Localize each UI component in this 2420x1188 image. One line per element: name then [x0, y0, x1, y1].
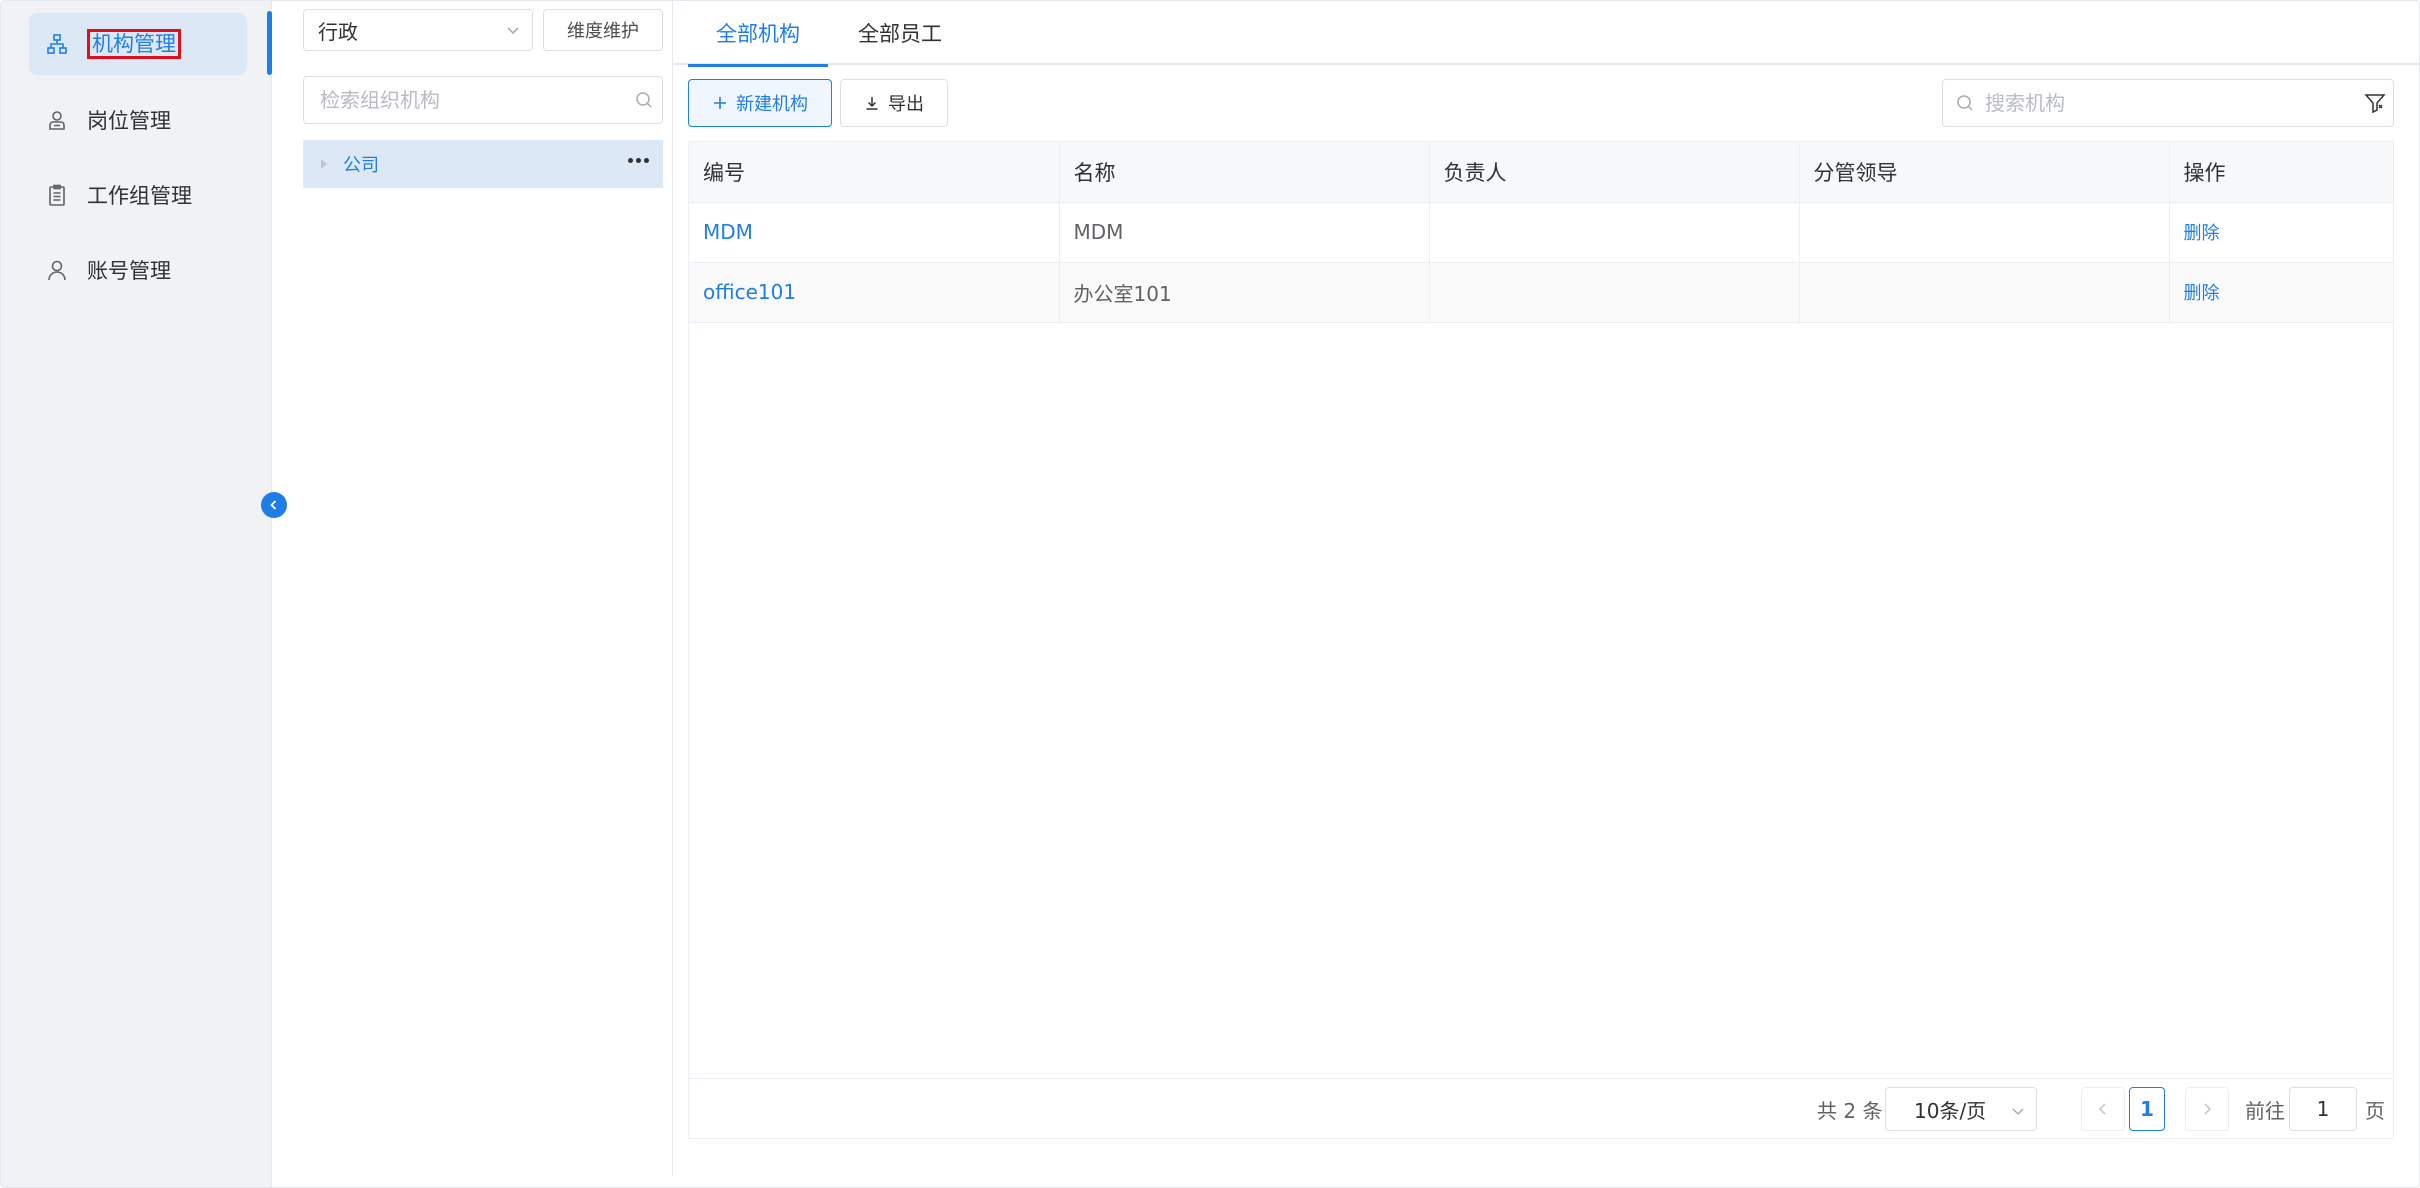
total-count: 共 2 条 — [1817, 1099, 1883, 1123]
next-page-button[interactable] — [2185, 1087, 2229, 1131]
column-header-leader: 分管领导 — [1799, 142, 2170, 203]
org-search-box — [1942, 79, 2394, 127]
position-user-icon — [37, 100, 77, 140]
sidebar-item-account[interactable]: 账号管理 — [29, 239, 247, 301]
sidebar-item-position[interactable]: 岗位管理 — [29, 89, 247, 151]
chevron-down-icon — [504, 20, 522, 44]
column-header-owner: 负责人 — [1429, 142, 1800, 203]
org-owner-cell — [1429, 202, 1800, 263]
collapse-sidebar-button[interactable] — [261, 492, 287, 518]
sidebar-item-label: 工作组管理 — [87, 184, 192, 208]
sidebar-item-label: 账号管理 — [87, 259, 171, 283]
chevron-left-icon — [270, 500, 277, 510]
column-header-name: 名称 — [1059, 142, 1430, 203]
dimension-select-value: 行政 — [318, 19, 358, 44]
new-org-label: 新建机构 — [736, 94, 808, 115]
dimension-maintain-button[interactable]: 维度维护 — [543, 9, 663, 51]
tab-all-employees[interactable]: 全部员工 — [830, 1, 970, 65]
export-label: 导出 — [888, 94, 924, 115]
plus-icon — [714, 97, 726, 109]
sidebar: 机构管理 岗位管理 工作组管理 账号管理 — [1, 1, 272, 1187]
goto-page-input[interactable] — [2289, 1087, 2357, 1131]
clipboard-icon — [37, 175, 77, 215]
tree-search-box — [303, 76, 663, 124]
delete-button[interactable]: 删除 — [2184, 223, 2220, 244]
delete-button[interactable]: 删除 — [2184, 283, 2220, 304]
org-leader-cell — [1799, 202, 2170, 263]
org-name-cell: 办公室101 — [1059, 262, 1430, 323]
search-icon — [1955, 93, 1975, 117]
expand-caret-icon[interactable] — [319, 155, 329, 174]
tab-bar: 全部机构 全部员工 — [674, 1, 2419, 67]
column-header-actions: 操作 — [2169, 142, 2393, 203]
chevron-right-icon — [2204, 1103, 2212, 1115]
tree-node-label: 公司 — [343, 155, 379, 176]
sidebar-item-org[interactable]: 机构管理 — [29, 13, 247, 75]
actions-cell: 删除 — [2169, 202, 2393, 263]
org-name-cell: MDM — [1059, 202, 1430, 263]
filter-icon[interactable] — [2363, 91, 2387, 119]
search-icon — [634, 90, 654, 114]
user-icon — [37, 250, 77, 290]
chevron-left-icon — [2098, 1103, 2106, 1115]
org-code-link[interactable]: office101 — [689, 262, 1060, 323]
org-leader-cell — [1799, 262, 2170, 323]
table-row: office101 办公室101 删除 — [689, 262, 2393, 323]
tree-search-input[interactable] — [304, 77, 624, 123]
actions-cell: 删除 — [2169, 262, 2393, 323]
table-header-row: 编号 名称 负责人 分管领导 操作 — [689, 142, 2393, 203]
pagination: 共 2 条 10条/页 1 前往 页 — [689, 1078, 2393, 1140]
dimension-select[interactable]: 行政 — [303, 9, 533, 51]
page-number-current[interactable]: 1 — [2129, 1087, 2165, 1131]
sidebar-item-label: 岗位管理 — [87, 109, 171, 133]
new-org-button[interactable]: 新建机构 — [688, 79, 832, 127]
more-options-icon[interactable] — [624, 154, 653, 167]
tab-all-orgs[interactable]: 全部机构 — [688, 1, 828, 67]
org-table: 编号 名称 负责人 分管领导 操作 MDM MDM 删除 office101 办… — [688, 141, 2394, 1139]
org-search-input[interactable] — [1985, 80, 2345, 126]
org-owner-cell — [1429, 262, 1800, 323]
chevron-down-icon — [2010, 1100, 2026, 1124]
goto-label: 前往 — [2245, 1099, 2285, 1123]
export-button[interactable]: 导出 — [840, 79, 948, 127]
column-header-code: 编号 — [689, 142, 1060, 203]
sidebar-item-label: 机构管理 — [87, 29, 181, 59]
download-icon — [866, 97, 878, 110]
sidebar-item-workgroup[interactable]: 工作组管理 — [29, 164, 247, 226]
table-row: MDM MDM 删除 — [689, 202, 2393, 263]
active-indicator — [267, 11, 272, 75]
page-suffix-label: 页 — [2365, 1099, 2385, 1123]
main-content: 全部机构 全部员工 新建机构 导出 搜索机构 编号 名称 负责人 分管领导 操作… — [674, 1, 2419, 1187]
page-size-select[interactable]: 10条/页 — [1885, 1087, 2037, 1131]
org-chart-icon — [37, 24, 77, 64]
tree-node-company[interactable]: 公司 — [303, 140, 663, 188]
page-size-value: 10条/页 — [1914, 1098, 1987, 1123]
app-window: 机构管理 岗位管理 工作组管理 账号管理 行政 维度维护 检索组织机构 公司 全… — [0, 0, 2420, 1188]
org-code-link[interactable]: MDM — [689, 202, 1060, 263]
prev-page-button[interactable] — [2081, 1087, 2125, 1131]
org-tree-panel: 行政 维度维护 公司 — [273, 1, 673, 1176]
